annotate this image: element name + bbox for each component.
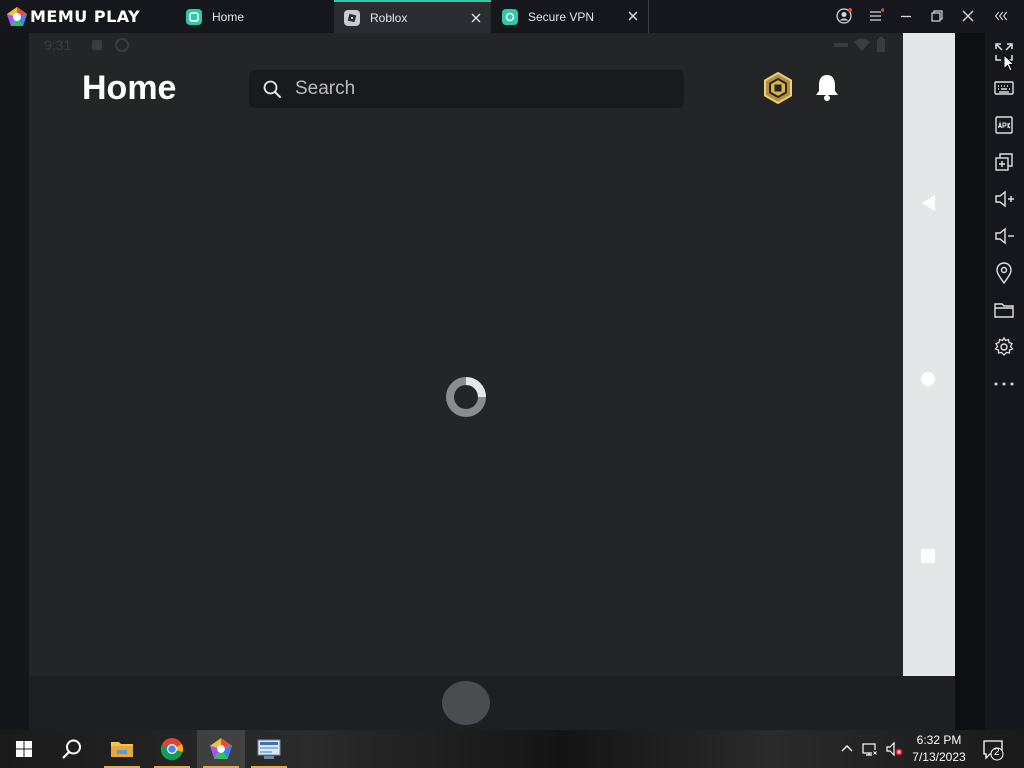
nav-back-icon[interactable] [920,194,936,212]
multi-instance-icon[interactable] [993,151,1015,173]
taskbar-chrome[interactable] [148,730,196,768]
search-icon [62,739,81,759]
action-center-icon [983,740,1004,761]
taskbar-time[interactable]: 6:32 PM [912,733,966,747]
vpn-icon [502,8,518,25]
bell-icon[interactable] [814,73,840,101]
windows-logo-icon [16,741,32,757]
left-frame [0,33,29,743]
bottom-area [29,676,955,730]
search-placeholder: Search [295,78,356,99]
vpn-key-icon [834,43,848,47]
nav-recents-icon[interactable] [920,548,936,564]
frame-gap [955,33,985,730]
search-icon [263,80,281,98]
settings-icon[interactable] [993,336,1015,358]
search-button[interactable] [48,730,96,768]
memu-home-icon [186,8,202,25]
floating-home-button[interactable] [442,681,490,725]
android-nav-bar [903,33,955,676]
windows-taskbar: 6:32 PM 7/13/2023 2 [0,730,1024,768]
search-input[interactable]: Search [249,70,684,108]
file-explorer-icon [111,742,133,757]
taskbar-date[interactable]: 7/13/2023 [908,750,970,764]
minimize-icon[interactable] [898,8,914,24]
close-icon[interactable] [469,11,483,25]
status-time: 9:31 [44,37,72,53]
memu-icon [210,738,232,759]
emulator-side-toolbar [985,33,1024,730]
volume-up-icon[interactable] [993,188,1015,210]
network-app-icon [257,739,281,759]
page-title: Home [82,69,177,107]
tab-label: Home [212,9,245,24]
more-icon[interactable] [993,373,1015,395]
show-hidden-icons-icon[interactable] [838,740,856,758]
notification-icon [92,40,102,50]
tab-home[interactable]: Home [176,0,332,33]
location-icon[interactable] [993,262,1015,284]
tab-label: Roblox [370,10,408,25]
taskbar-memu[interactable] [197,730,245,768]
start-button[interactable] [0,730,48,768]
notification-icon [115,38,129,52]
restore-icon[interactable] [929,8,945,24]
tab-label: Secure VPN [528,9,595,24]
collapse-sidebar-icon[interactable] [994,8,1010,24]
taskbar-file-explorer[interactable] [98,730,146,768]
memu-logo-icon [7,7,27,26]
apk-icon[interactable] [993,114,1015,136]
android-screen[interactable]: 9:31 Home Search [29,33,903,676]
volume-down-icon[interactable] [993,225,1015,247]
app-brand: MEMU PLAY [30,7,141,26]
network-status-icon[interactable] [861,740,879,758]
tab-secure-vpn[interactable]: Secure VPN [492,0,649,33]
close-icon[interactable] [626,9,640,23]
roblox-icon [344,9,360,26]
robux-icon[interactable] [763,72,793,104]
menu-icon[interactable] [868,8,884,24]
volume-muted-icon[interactable] [885,740,903,758]
chrome-icon [160,738,184,761]
folder-icon[interactable] [993,299,1015,321]
account-icon[interactable] [836,8,852,24]
loading-spinner-icon [446,377,486,417]
wifi-icon [854,38,870,51]
battery-icon [877,37,885,52]
android-status-bar: 9:31 [29,33,903,57]
notification-count: 2 [994,747,1000,758]
taskbar-network-app[interactable] [245,730,293,768]
emulator-title-bar: MEMU PLAY Home Roblox Secure VPN [0,0,1024,33]
action-center-button[interactable]: 2 [982,739,1004,761]
tab-roblox[interactable]: Roblox [334,0,491,33]
close-window-icon[interactable] [960,8,976,24]
nav-home-icon[interactable] [920,371,936,387]
keyboard-icon[interactable] [993,77,1015,99]
mouse-cursor-icon [1003,54,1015,72]
